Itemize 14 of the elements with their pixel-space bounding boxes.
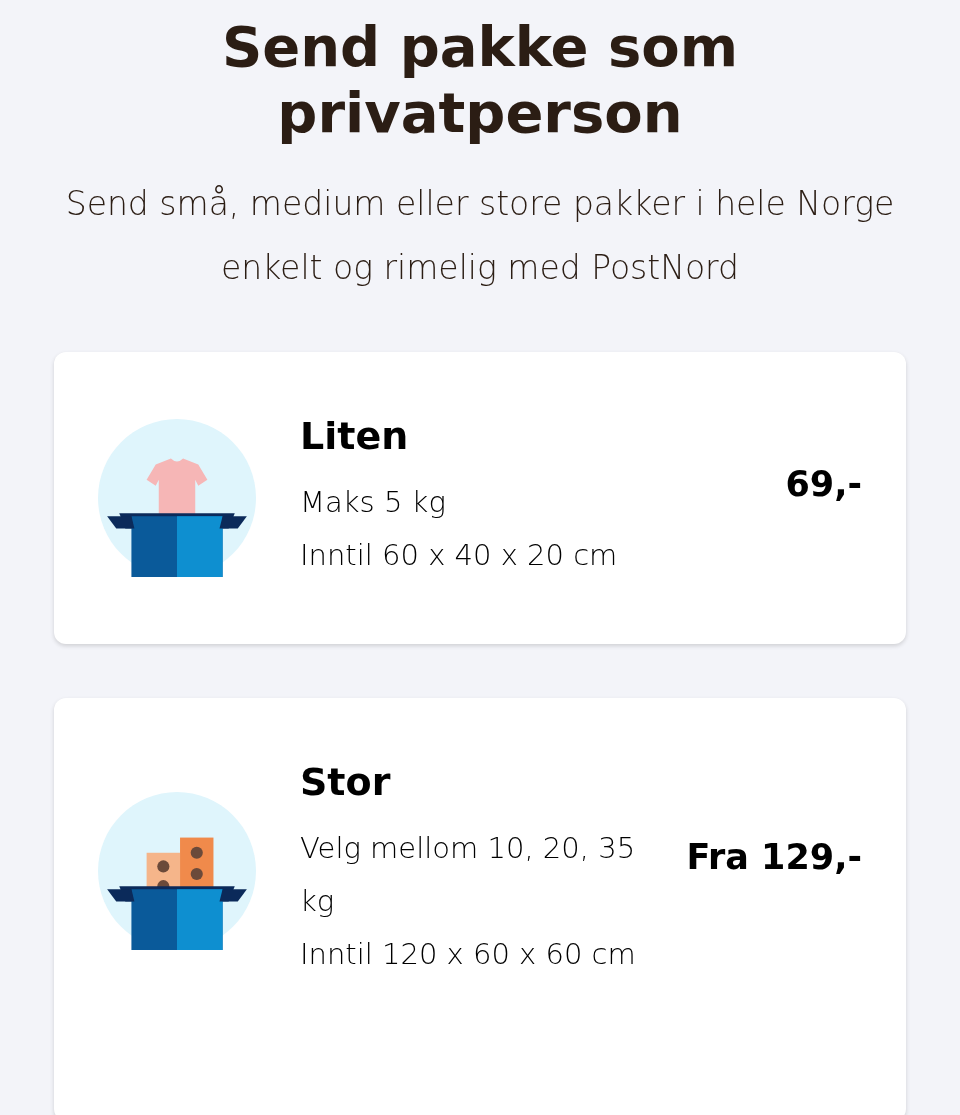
parcel-card[interactable]: Liten Maks 5 kg Inntil 60 x 40 x 20 cm 69,- (54, 352, 906, 644)
parcel-size-title: Liten (300, 414, 410, 458)
parcel-spec: Inntil 60 x 40 x 20 cm (300, 537, 619, 574)
parcel-spec: Maks 5 kg (300, 484, 447, 521)
box-with-shirt-icon (98, 419, 256, 577)
parcel-price: 69,- (785, 464, 862, 504)
box-with-speakers-icon (98, 791, 256, 950)
parcel-size-title: Stor (300, 760, 392, 804)
parcel-spec: Inntil 120 x 60 x 60 cm (300, 936, 637, 973)
page-subtitle: Send små, medium eller store pakker i hele Norge enkelt og rimelig med PostNord (64, 183, 896, 289)
parcel-spec: Velg mellom 10, 20, 35 kg (300, 830, 637, 920)
parcel-card[interactable]: Stor Velg mellom 10, 20, 35 kg Inntil 120 x 60 x 60 cm Fra 129,- (54, 698, 906, 1115)
parcel-price: Fra 129,- (686, 836, 862, 877)
page-title: Send pakke som privatperson (220, 14, 740, 146)
